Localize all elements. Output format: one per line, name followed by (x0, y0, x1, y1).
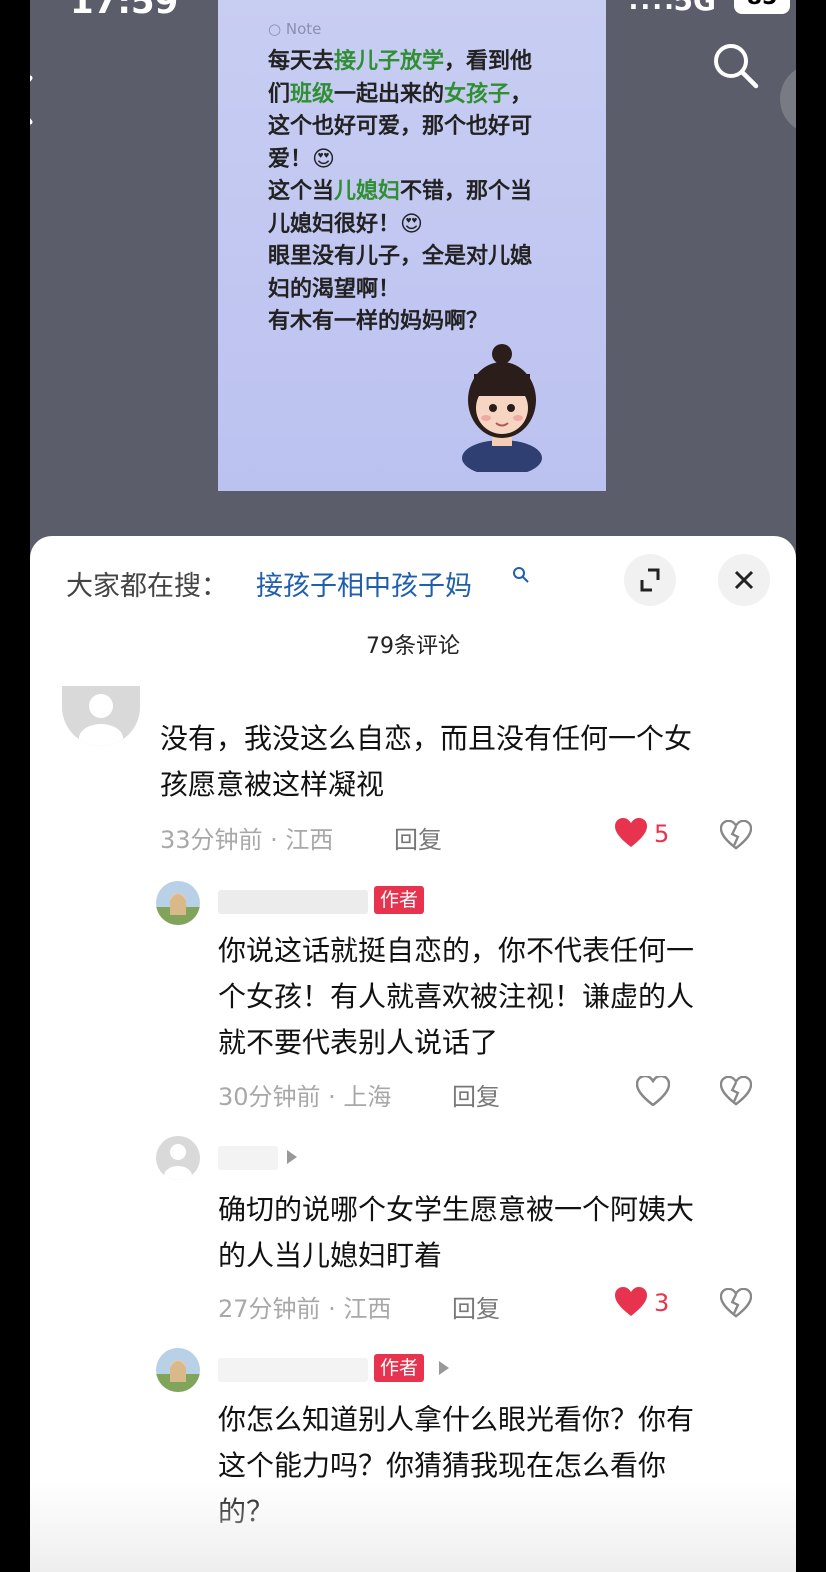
reply-button[interactable]: 回复 (394, 820, 442, 855)
comment-text: 没有，我没这么自恋，而且没有任何一个女 孩愿意被这样凝视 (160, 722, 693, 801)
note-line: 这个当儿媳妇不错，那个当 (268, 179, 533, 204)
comment-text: 确切的说哪个女学生愿意被一个阿姨大 的人当儿媳妇盯着 (218, 1193, 695, 1272)
note-line: 儿媳妇很好！😍 (268, 211, 423, 237)
note-highlight: 接儿子放学 (334, 49, 445, 74)
status-time: 17:59 (70, 0, 179, 22)
author-badge: 作者 (374, 1354, 425, 1382)
signal-indicator: .... (628, 0, 676, 16)
author-badge: 作者 (374, 886, 425, 914)
note-line: 妇的渴望啊！ (268, 276, 401, 302)
dislike-icon[interactable] (720, 820, 752, 850)
play-arrow-icon (439, 1361, 449, 1375)
back-arrow-icon[interactable] (30, 70, 40, 130)
username[interactable] (218, 1146, 278, 1170)
close-button[interactable] (718, 554, 770, 606)
avatar[interactable] (62, 686, 140, 746)
like-count: 5 (654, 820, 670, 848)
bottom-fade (30, 1480, 796, 1572)
note-line: 爱！😍 (268, 146, 335, 172)
heart-icon[interactable] (614, 1287, 648, 1317)
comment-count: 79条评论 (366, 634, 460, 659)
heart-icon[interactable] (636, 1076, 670, 1106)
comment-text: 你说这话就挺自恋的，你不代表任何一 个女孩！有人就喜欢被注视！谦虚的人 就不要代表别… (218, 934, 695, 1059)
note-highlight: 女孩子 (444, 81, 511, 107)
comment-sheet: 大家都在搜： 接孩子相中孩子妈 79条评论 没有，我没这么自恋，而且没有任何一个… (30, 536, 796, 1572)
avatar[interactable] (156, 1348, 200, 1392)
note-highlight: 班级 (290, 81, 335, 107)
play-arrow-icon (287, 1150, 297, 1164)
note-line: 眼里没有儿子，全是对儿媳 (268, 244, 533, 269)
reply-button[interactable]: 回复 (452, 1289, 500, 1324)
note-tag: ○ Note (268, 20, 322, 38)
avatar[interactable] (156, 1136, 200, 1180)
trending-search-prefix: 大家都在搜： (66, 571, 228, 602)
app-screen: ○ Note 每天去接儿子放学，看到他 们班级一起出来的女孩子， 这个也好可爱，那个… (30, 0, 796, 1572)
like-count: 3 (654, 1289, 670, 1317)
reply-button[interactable]: 回复 (452, 1077, 500, 1112)
note-line: 们班级一起出来的女孩子， (268, 81, 533, 107)
note-line: 有木有一样的妈妈啊？ (268, 309, 489, 334)
heart-icon[interactable] (614, 818, 648, 848)
expand-icon (640, 568, 660, 592)
avatar[interactable] (156, 881, 200, 925)
username[interactable] (218, 890, 368, 914)
search-small-icon (513, 567, 529, 583)
search-icon[interactable] (710, 40, 760, 90)
note-line: 每天去接儿子放学，看到他 (268, 49, 533, 74)
scan-button[interactable] (780, 64, 796, 134)
cartoon-girl-avatar (462, 344, 542, 472)
status-bar: 17:59 .... 5G 85 (30, 0, 796, 22)
battery-indicator: 85 (734, 0, 790, 14)
note-text: 每天去接儿子放学，看到他 们班级一起出来的女孩子， 这个也好可爱，那个也好可 爱！😍 这… (268, 46, 568, 339)
dislike-icon[interactable] (720, 1076, 752, 1106)
network-type: 5G (673, 0, 716, 17)
comment-meta: 27分钟前 · 江西 (218, 1295, 392, 1323)
note-image: ○ Note 每天去接儿子放学，看到他 们班级一起出来的女孩子， 这个也好可爱，那个… (218, 0, 606, 491)
dislike-icon[interactable] (720, 1288, 752, 1318)
note-line: 这个也好可爱，那个也好可 (268, 114, 533, 139)
expand-button[interactable] (624, 554, 676, 606)
comment-meta: 30分钟前 · 上海 (218, 1083, 392, 1111)
username[interactable] (218, 1358, 368, 1382)
scan-icon (780, 64, 796, 134)
note-highlight: 儿媳妇 (334, 179, 401, 204)
trending-search-link[interactable]: 接孩子相中孩子妈 (256, 564, 472, 603)
comment-meta: 33分钟前 · 江西 (160, 826, 334, 854)
close-icon (734, 570, 754, 590)
